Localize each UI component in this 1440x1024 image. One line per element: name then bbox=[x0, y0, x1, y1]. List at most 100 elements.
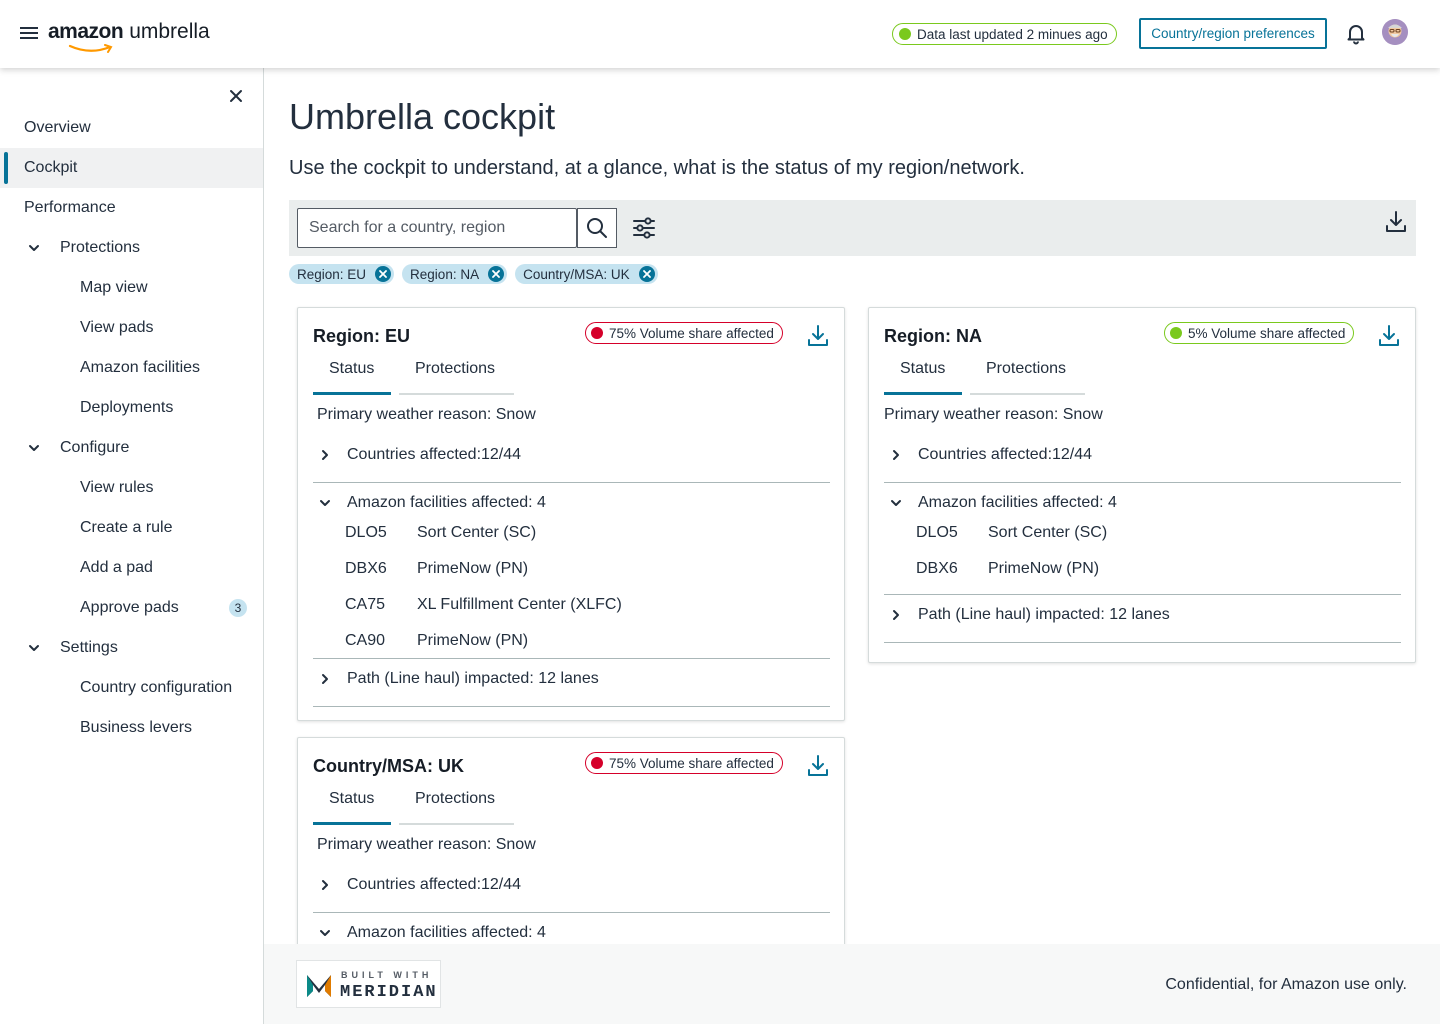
sidebar-item-overview[interactable]: Overview bbox=[0, 108, 263, 148]
sidebar-item-label: Map view bbox=[80, 279, 148, 296]
sidebar-item-label: Amazon facilities bbox=[80, 359, 201, 376]
tab-status[interactable]: Status bbox=[329, 360, 374, 378]
download-icon[interactable] bbox=[1378, 324, 1400, 348]
amazon-smile-icon bbox=[68, 44, 113, 53]
card-title: Country/MSA: UK bbox=[313, 756, 464, 776]
sidebar-item-label: View pads bbox=[80, 319, 154, 336]
search-button[interactable] bbox=[577, 208, 617, 248]
countries-affected-toggle[interactable]: Countries affected:12/44 bbox=[319, 446, 521, 464]
remove-filter-button[interactable] bbox=[488, 266, 505, 282]
tab-protections[interactable]: Protections bbox=[986, 360, 1066, 378]
close-icon[interactable] bbox=[228, 88, 244, 104]
sidebar-item-configure[interactable]: Configure bbox=[0, 428, 263, 468]
countries-affected-text: Countries affected:12/44 bbox=[347, 876, 522, 893]
volume-share-badge: 75% Volume share affected bbox=[585, 752, 783, 774]
built-with-meridian-logo: BUILT WITH MERIDIAN bbox=[296, 960, 441, 1008]
status-dot-icon bbox=[1170, 327, 1182, 339]
chevron-down-icon[interactable] bbox=[28, 442, 40, 454]
sidebar-item-view-rules[interactable]: View rules bbox=[0, 468, 263, 508]
tab-indicator bbox=[399, 823, 514, 825]
facility-type: Sort Center (SC) bbox=[988, 524, 1108, 541]
sidebar-item-label: Business levers bbox=[80, 719, 193, 736]
tab-status[interactable]: Status bbox=[329, 790, 374, 808]
download-icon[interactable] bbox=[1385, 210, 1407, 234]
volume-share-badge: 5% Volume share affected bbox=[1164, 322, 1355, 344]
sidebar-item-label: Country configuration bbox=[80, 679, 233, 696]
region-card: Region: EU 75% Volume share affected Sta… bbox=[297, 307, 845, 721]
sidebar-item-cockpit[interactable]: Cockpit bbox=[0, 148, 263, 188]
path-impacted-toggle[interactable]: Path (Line haul) impacted: 12 lanes bbox=[890, 606, 1170, 624]
facilities-affected-text: Amazon facilities affected: 4 bbox=[347, 924, 546, 941]
sidebar-item-view-pads[interactable]: View pads bbox=[0, 308, 263, 348]
download-icon[interactable] bbox=[807, 324, 829, 348]
sidebar-item-country-configuration[interactable]: Country configuration bbox=[0, 668, 263, 708]
menu-icon[interactable] bbox=[20, 24, 38, 44]
download-icon[interactable] bbox=[807, 754, 829, 778]
data-updated-badge: Data last updated 2 minues ago bbox=[892, 23, 1117, 45]
tab-protections[interactable]: Protections bbox=[415, 360, 495, 378]
remove-filter-button[interactable] bbox=[638, 266, 655, 282]
sidebar-item-label: Cockpit bbox=[24, 159, 78, 176]
active-filter-chips: Region: EU Region: NA Country/MSA: UK bbox=[289, 264, 658, 284]
chevron-down-icon[interactable] bbox=[28, 642, 40, 654]
sidebar-item-protections[interactable]: Protections bbox=[0, 228, 263, 268]
facilities-affected-toggle[interactable]: Amazon facilities affected: 4 bbox=[890, 494, 1117, 512]
amazon-umbrella-logo[interactable]: amazon umbrella bbox=[48, 20, 210, 53]
sidebar-item-label: Performance bbox=[24, 199, 116, 216]
user-avatar[interactable] bbox=[1382, 19, 1408, 45]
tab-protections[interactable]: Protections bbox=[415, 790, 495, 808]
user-avatar-icon bbox=[1382, 19, 1408, 45]
status-dot-icon bbox=[591, 757, 603, 769]
search-input[interactable] bbox=[298, 209, 538, 247]
countries-affected-toggle[interactable]: Countries affected:12/44 bbox=[319, 876, 521, 894]
facilities-affected-toggle[interactable]: Amazon facilities affected: 4 bbox=[319, 494, 546, 512]
path-impacted-text: Path (Line haul) impacted: 12 lanes bbox=[347, 670, 599, 687]
path-impacted-toggle[interactable]: Path (Line haul) impacted: 12 lanes bbox=[319, 670, 599, 688]
region-card: Region: NA 5% Volume share affected Stat… bbox=[868, 307, 1416, 663]
chevron-down-icon bbox=[320, 930, 330, 936]
sidebar-item-label: View rules bbox=[80, 479, 154, 496]
facilities-affected-text: Amazon facilities affected: 4 bbox=[347, 494, 546, 511]
filter-chip: Region: EU bbox=[289, 264, 395, 284]
notification-bell-icon[interactable] bbox=[1344, 21, 1368, 45]
status-dot-icon bbox=[591, 327, 603, 339]
sidebar-item-label: Overview bbox=[24, 119, 91, 136]
tab-indicator bbox=[399, 393, 514, 395]
filter-toolbar bbox=[289, 200, 1416, 256]
sidebar-item-settings[interactable]: Settings bbox=[0, 628, 263, 668]
volume-share-text: 75% Volume share affected bbox=[609, 325, 774, 341]
search-box bbox=[297, 208, 617, 248]
logo-product: umbrella bbox=[129, 20, 210, 43]
status-dot-icon bbox=[899, 28, 911, 40]
sidebar-item-approve-pads[interactable]: Approve pads 3 bbox=[0, 588, 263, 628]
countries-affected-toggle[interactable]: Countries affected:12/44 bbox=[890, 446, 1092, 464]
facilities-affected-toggle[interactable]: Amazon facilities affected: 4 bbox=[319, 924, 546, 942]
close-icon bbox=[492, 270, 500, 278]
facility-code: DBX6 bbox=[345, 560, 387, 577]
filter-chip-label: Country/MSA: UK bbox=[523, 266, 630, 282]
filter-chip-label: Region: EU bbox=[297, 266, 367, 282]
sidebar-item-label: Create a rule bbox=[80, 519, 173, 536]
divider bbox=[884, 482, 1401, 483]
top-navigation-bar: amazon umbrella Data last updated 2 minue… bbox=[0, 0, 1440, 68]
sidebar-item-label: Deployments bbox=[80, 399, 174, 416]
sidebar-item-performance[interactable]: Performance bbox=[0, 188, 263, 228]
sidebar-item-label: Approve pads bbox=[80, 599, 179, 616]
volume-share-text: 5% Volume share affected bbox=[1188, 325, 1346, 341]
remove-filter-button[interactable] bbox=[375, 266, 392, 282]
sidebar-item-amazon-facilities[interactable]: Amazon facilities bbox=[0, 348, 263, 388]
tab-status[interactable]: Status bbox=[900, 360, 945, 378]
country-region-preferences-button[interactable]: Country/region preferences bbox=[1139, 18, 1327, 49]
facility-type: PrimeNow (PN) bbox=[417, 560, 529, 577]
sidebar-item-business-levers[interactable]: Business levers bbox=[0, 708, 263, 748]
sidebar-item-create-a-rule[interactable]: Create a rule bbox=[0, 508, 263, 548]
divider bbox=[884, 642, 1401, 643]
close-icon bbox=[642, 270, 651, 278]
sidebar-item-add-a-pad[interactable]: Add a pad bbox=[0, 548, 263, 588]
sidebar-item-map-view[interactable]: Map view bbox=[0, 268, 263, 308]
chevron-down-icon[interactable] bbox=[28, 242, 40, 254]
weather-reason: Primary weather reason: Snow bbox=[884, 406, 1103, 423]
sidebar-item-deployments[interactable]: Deployments bbox=[0, 388, 263, 428]
divider bbox=[313, 912, 830, 913]
filter-settings-icon[interactable] bbox=[632, 216, 656, 240]
